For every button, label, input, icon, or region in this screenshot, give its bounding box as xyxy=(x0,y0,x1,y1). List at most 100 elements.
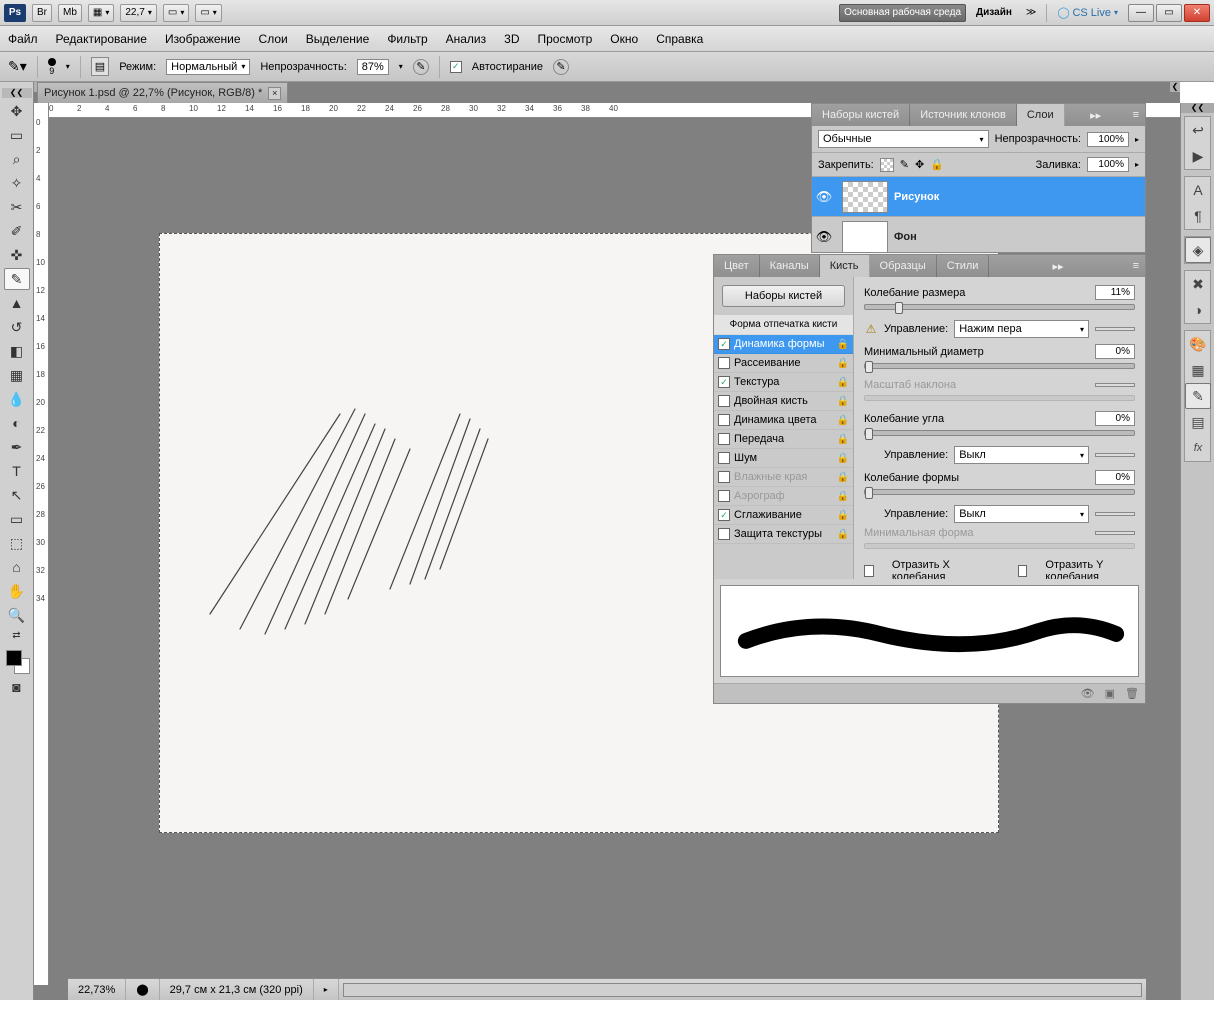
brush-option-item[interactable]: ✓Текстура🔒 xyxy=(714,373,853,392)
brush-option-item[interactable]: Рассеивание🔒 xyxy=(714,354,853,373)
zoom-tool[interactable]: 🔍 xyxy=(4,604,30,626)
3dcamera-tool[interactable]: ⌂ xyxy=(4,556,30,578)
blur-tool[interactable]: 💧 xyxy=(4,388,30,410)
layer-row[interactable]: 👁 Фон xyxy=(812,217,1145,257)
size-jitter-slider[interactable] xyxy=(864,304,1135,310)
roundness-control-dropdown[interactable]: Выкл xyxy=(954,505,1089,523)
tab-color[interactable]: Цвет xyxy=(714,255,760,277)
minibridge-button[interactable]: Mb xyxy=(58,4,82,22)
brush-preset-picker[interactable]: 9 xyxy=(48,58,56,76)
brush-option-item[interactable]: Передача🔒 xyxy=(714,430,853,449)
angle-jitter-input[interactable]: 0% xyxy=(1095,411,1135,426)
panel-collapse-icon[interactable]: ▸▸ xyxy=(1046,255,1069,277)
roundness-jitter-input[interactable]: 0% xyxy=(1095,470,1135,485)
eyedropper-tool[interactable]: ✐ xyxy=(4,220,30,242)
lock-position-icon[interactable]: ✥ xyxy=(915,158,924,171)
dodge-tool[interactable]: ◐ xyxy=(4,412,30,434)
lock-pixels-icon[interactable]: ✎ xyxy=(900,158,909,171)
visibility-icon[interactable]: 👁 xyxy=(812,229,836,245)
layer-name[interactable]: Рисунок xyxy=(894,191,939,203)
tablet-opacity-icon[interactable]: ✎ xyxy=(413,59,429,75)
flip-x-checkbox[interactable] xyxy=(864,565,874,577)
layer-opacity-input[interactable]: 100% xyxy=(1087,132,1129,147)
brush-option-checkbox[interactable]: ✓ xyxy=(718,509,730,521)
autoerase-checkbox[interactable]: ✓ xyxy=(450,61,462,73)
brush-option-checkbox[interactable] xyxy=(718,414,730,426)
healing-tool[interactable]: ✜ xyxy=(4,244,30,266)
minimize-button[interactable]: — xyxy=(1128,4,1154,22)
workspace-more-button[interactable]: ≫ xyxy=(1022,4,1040,22)
color-panel-icon[interactable]: 🎨 xyxy=(1185,331,1211,357)
panel-menu-icon[interactable]: ≡ xyxy=(1127,255,1145,277)
brush-panel-toggle-icon[interactable]: ▤ xyxy=(91,57,109,76)
brush-option-checkbox[interactable] xyxy=(718,528,730,540)
lock-icon[interactable]: 🔒 xyxy=(837,434,849,445)
visibility-icon[interactable]: 👁 xyxy=(812,189,836,205)
lock-icon[interactable]: 🔒 xyxy=(837,358,849,369)
menu-image[interactable]: Изображение xyxy=(165,32,241,46)
min-diameter-slider[interactable] xyxy=(864,363,1135,369)
menu-filter[interactable]: Фильтр xyxy=(387,32,427,46)
path-tool[interactable]: ↖ xyxy=(4,484,30,506)
brush-option-item[interactable]: Защита текстуры🔒 xyxy=(714,525,853,544)
shape-tool[interactable]: ▭ xyxy=(4,508,30,530)
menu-analysis[interactable]: Анализ xyxy=(446,32,487,46)
tab-swatches[interactable]: Образцы xyxy=(870,255,937,277)
blend-mode-dropdown[interactable]: Обычные xyxy=(818,130,989,148)
document-tab-close-icon[interactable]: × xyxy=(268,87,281,100)
layers-panel-icon[interactable]: ◈ xyxy=(1185,237,1211,263)
marquee-tool[interactable]: ▭ xyxy=(4,124,30,146)
lock-transparency-icon[interactable] xyxy=(880,158,894,172)
menu-select[interactable]: Выделение xyxy=(306,32,370,46)
size-jitter-input[interactable]: 11% xyxy=(1095,285,1135,300)
character-panel-icon[interactable]: A xyxy=(1185,177,1211,203)
3d-tool[interactable]: ⬚ xyxy=(4,532,30,554)
workspace-main-button[interactable]: Основная рабочая среда xyxy=(839,4,966,22)
lock-icon[interactable]: 🔒 xyxy=(837,453,849,464)
lock-icon[interactable]: 🔒 xyxy=(837,339,849,350)
lock-icon[interactable]: 🔒 xyxy=(837,491,849,502)
menu-view[interactable]: Просмотр xyxy=(537,32,592,46)
pen-tool[interactable]: ✒ xyxy=(4,436,30,458)
lock-all-icon[interactable]: 🔒 xyxy=(930,158,944,171)
mode-dropdown[interactable]: Нормальный xyxy=(166,59,250,75)
type-tool[interactable]: T xyxy=(4,460,30,482)
toggle-preview-icon[interactable]: 👁‍ xyxy=(1081,687,1095,700)
swap-colors-icon[interactable]: ⇄ xyxy=(4,628,30,642)
brush-option-item[interactable]: Шум🔒 xyxy=(714,449,853,468)
menu-3d[interactable]: 3D xyxy=(504,32,519,46)
opacity-input[interactable]: 87% xyxy=(357,59,389,75)
history-panel-icon[interactable]: ↩ xyxy=(1185,117,1211,143)
brush-option-item[interactable]: ✓Динамика формы🔒 xyxy=(714,335,853,354)
status-zoom[interactable]: 22,73% xyxy=(68,979,126,1000)
right-panel-collapse[interactable]: ❮ xyxy=(1170,82,1180,92)
eraser-tool[interactable]: ◧ xyxy=(4,340,30,362)
pencil-tool[interactable]: ✎ xyxy=(4,268,30,290)
arrange-dropdown[interactable]: ▭ xyxy=(163,4,189,22)
brush-option-item[interactable]: Динамика цвета🔒 xyxy=(714,411,853,430)
toolbox-collapse[interactable]: ❮❮ xyxy=(2,88,32,98)
angle-control-dropdown[interactable]: Выкл xyxy=(954,446,1089,464)
bridge-button[interactable]: Br xyxy=(32,4,52,22)
lock-icon[interactable]: 🔒 xyxy=(837,415,849,426)
workspace-design-button[interactable]: Дизайн xyxy=(972,4,1016,22)
brush-option-checkbox[interactable] xyxy=(718,357,730,369)
dock-collapse[interactable]: ❮❮ xyxy=(1181,103,1214,113)
maximize-button[interactable]: ▭ xyxy=(1156,4,1182,22)
menu-layer[interactable]: Слои xyxy=(259,32,288,46)
tab-brush-presets[interactable]: Наборы кистей xyxy=(812,104,910,126)
layer-thumbnail[interactable] xyxy=(842,221,888,253)
fill-flyout-icon[interactable]: ▸ xyxy=(1135,160,1139,169)
tab-channels[interactable]: Каналы xyxy=(760,255,820,277)
angle-jitter-slider[interactable] xyxy=(864,430,1135,436)
styles-panel-icon[interactable]: fx xyxy=(1185,435,1211,461)
lock-icon[interactable]: 🔒 xyxy=(837,510,849,521)
tab-brush[interactable]: Кисть xyxy=(820,255,870,277)
panel-collapse-icon[interactable]: ▸▸ xyxy=(1084,104,1107,126)
swatches-panel-icon[interactable]: ▦ xyxy=(1185,357,1211,383)
menu-window[interactable]: Окно xyxy=(610,32,638,46)
paragraph-panel-icon[interactable]: ¶ xyxy=(1185,203,1211,229)
close-button[interactable]: ✕ xyxy=(1184,4,1210,22)
menu-file[interactable]: Файл xyxy=(8,32,38,46)
size-control-dropdown[interactable]: Нажим пера xyxy=(954,320,1089,338)
